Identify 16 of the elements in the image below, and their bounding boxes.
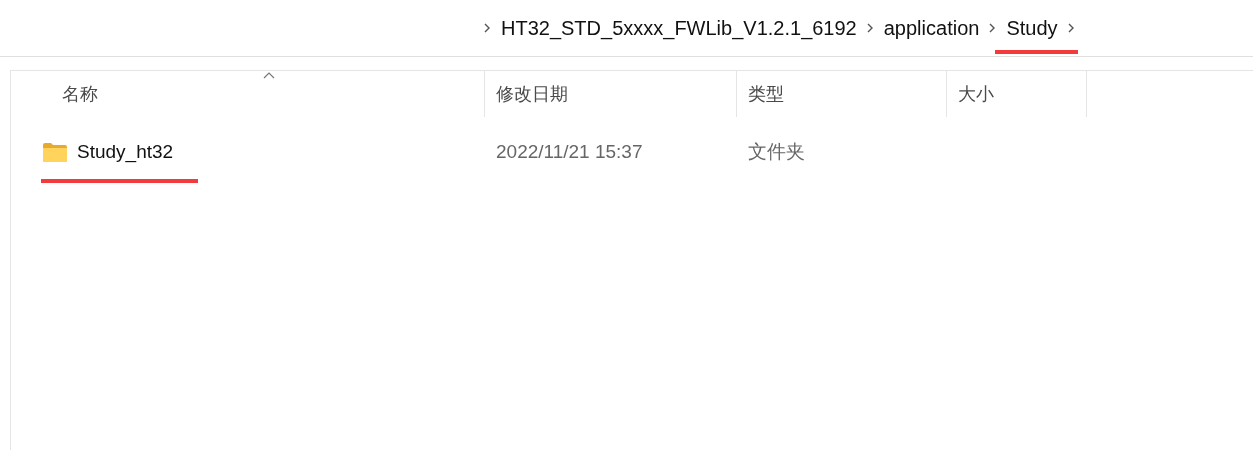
column-header[interactable]: 类型 [737,71,947,117]
breadcrumb-item[interactable]: Study [1006,13,1058,43]
column-header[interactable]: 大小 [947,71,1087,117]
file-name: Study_ht32 [77,139,174,165]
column-header[interactable]: 修改日期 [485,71,737,117]
file-date: 2022/11/21 15:37 [496,140,643,162]
chevron-icon[interactable] [988,22,997,34]
breadcrumb-item[interactable]: HT32_STD_5xxxx_FWLib_V1.2.1_6192 [501,13,857,43]
file-type: 文件夹 [748,140,805,162]
column-header[interactable]: 名称 [11,71,485,117]
chevron-icon[interactable] [483,22,491,34]
breadcrumb-item[interactable]: application [883,13,980,43]
file-item[interactable]: Study_ht32 [11,137,485,167]
chevron-icon[interactable] [1066,22,1075,34]
chevron-icon[interactable] [865,22,874,34]
folder-icon [43,142,67,162]
